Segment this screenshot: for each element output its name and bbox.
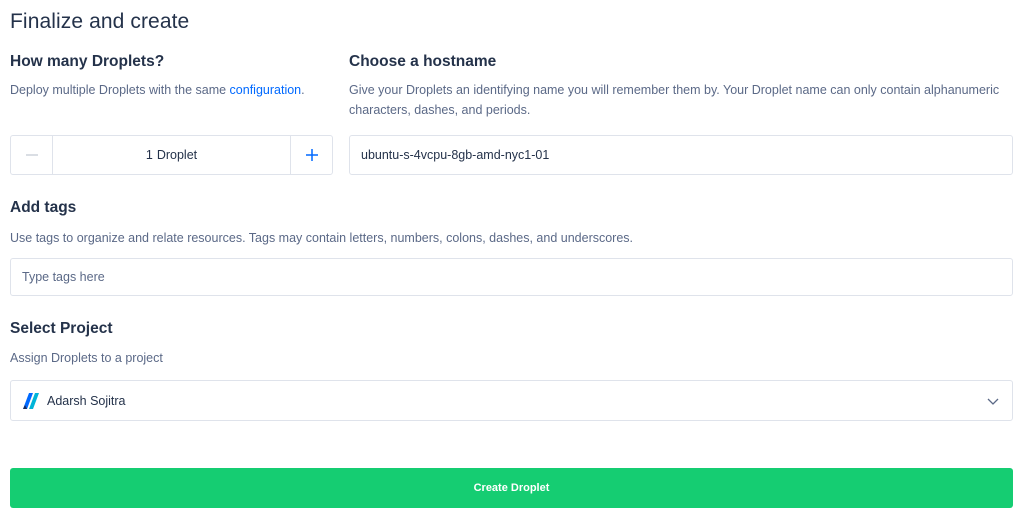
hostname-input[interactable]: [349, 135, 1013, 175]
droplets-desc-prefix: Deploy multiple Droplets with the same: [10, 83, 230, 97]
tags-input[interactable]: [10, 258, 1013, 296]
project-select[interactable]: Adarsh Sojitra: [10, 380, 1013, 421]
hostname-heading: Choose a hostname: [349, 53, 497, 70]
droplet-count-unit: Droplet: [156, 148, 198, 162]
droplet-count-value: 1: [145, 148, 153, 162]
increment-button[interactable]: [290, 136, 332, 174]
chevron-down-icon: [987, 398, 999, 405]
project-logo-icon: [23, 392, 39, 409]
project-description: Assign Droplets to a project: [10, 351, 163, 365]
configuration-link[interactable]: configuration: [230, 83, 302, 97]
minus-icon: [25, 154, 38, 156]
create-droplet-button[interactable]: Create Droplet: [10, 468, 1013, 508]
droplets-description: Deploy multiple Droplets with the same c…: [10, 80, 305, 100]
hostname-description: Give your Droplets an identifying name y…: [349, 83, 1000, 117]
droplets-heading: How many Droplets?: [10, 53, 165, 70]
decrement-button[interactable]: [11, 136, 53, 174]
project-heading: Select Project: [10, 320, 113, 337]
tags-heading: Add tags: [10, 199, 77, 216]
droplet-count-display: 1 Droplet: [53, 136, 290, 174]
tags-description: Use tags to organize and relate resource…: [10, 231, 634, 245]
plus-icon: [305, 149, 318, 161]
project-select-value: Adarsh Sojitra: [47, 393, 126, 408]
droplet-count-stepper: 1 Droplet: [10, 135, 333, 175]
page-title: Finalize and create: [10, 10, 190, 33]
droplets-desc-suffix: .: [301, 83, 305, 97]
